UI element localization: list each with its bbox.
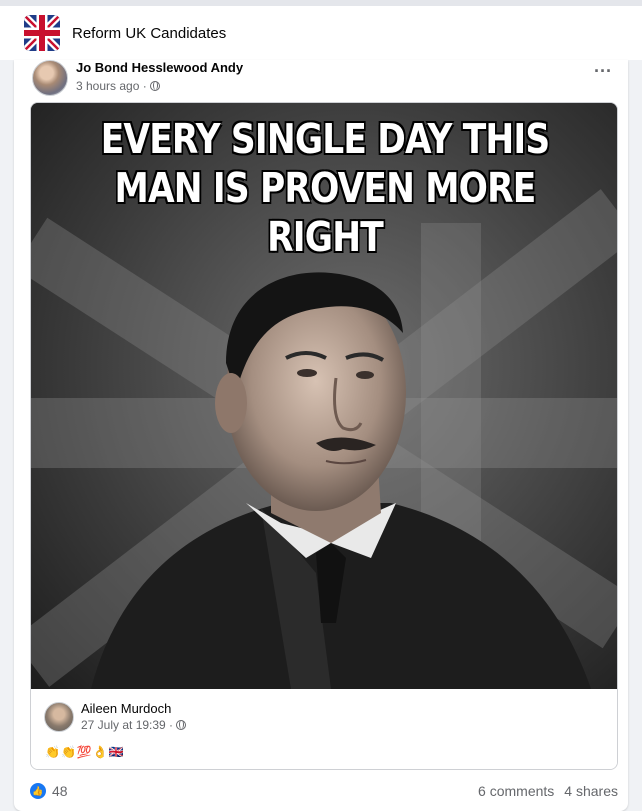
group-header: Reform UK Candidates [0,0,642,60]
author-avatar[interactable] [32,60,68,96]
like-icon[interactable]: 👍 [30,783,46,799]
shared-post-text: 👏👏💯👌🇬🇧 [45,745,125,759]
shared-meta: Aileen Murdoch 27 July at 19:39 · [81,701,187,733]
post-stats: 👍 48 6 comments 4 shares [30,778,618,804]
shared-time-text[interactable]: 27 July at 19:39 · [81,717,173,733]
post-timestamp[interactable]: 3 hours ago · [76,78,243,94]
post-time-text[interactable]: 3 hours ago · [76,78,147,94]
post-card: Jo Bond Hesslewood Andy 3 hours ago · ··… [14,60,628,811]
shared-post[interactable]: EVERY SINGLE DAY THIS MAN IS PROVEN MORE… [30,102,618,770]
facebook-page: Reform UK Candidates Jo Bond Hesslewood … [0,0,642,811]
like-count[interactable]: 48 [52,783,68,799]
comments-count[interactable]: 6 comments [478,783,554,799]
shares-count[interactable]: 4 shares [564,783,618,799]
meme-caption: EVERY SINGLE DAY THIS MAN IS PROVEN MORE… [100,115,550,261]
shared-author-avatar[interactable] [44,702,74,732]
more-options-button[interactable]: ··· [594,62,612,80]
globe-icon [176,720,187,730]
post-header: Jo Bond Hesslewood Andy 3 hours ago · [32,60,243,98]
group-name[interactable]: Reform UK Candidates [72,25,226,42]
shared-author-row: Aileen Murdoch 27 July at 19:39 · [44,701,187,733]
union-jack-icon[interactable] [24,15,60,51]
post-author[interactable]: Jo Bond Hesslewood Andy [76,60,243,76]
engagement-counts: 6 comments 4 shares [478,783,618,799]
post-meta: Jo Bond Hesslewood Andy 3 hours ago · [76,60,243,94]
shared-author[interactable]: Aileen Murdoch [81,701,186,717]
meme-image[interactable]: EVERY SINGLE DAY THIS MAN IS PROVEN MORE… [31,103,617,689]
shared-footer: Aileen Murdoch 27 July at 19:39 · 👏👏💯👌🇬🇧 [31,689,617,769]
globe-icon [149,81,160,91]
shared-timestamp[interactable]: 27 July at 19:39 · [81,717,187,733]
